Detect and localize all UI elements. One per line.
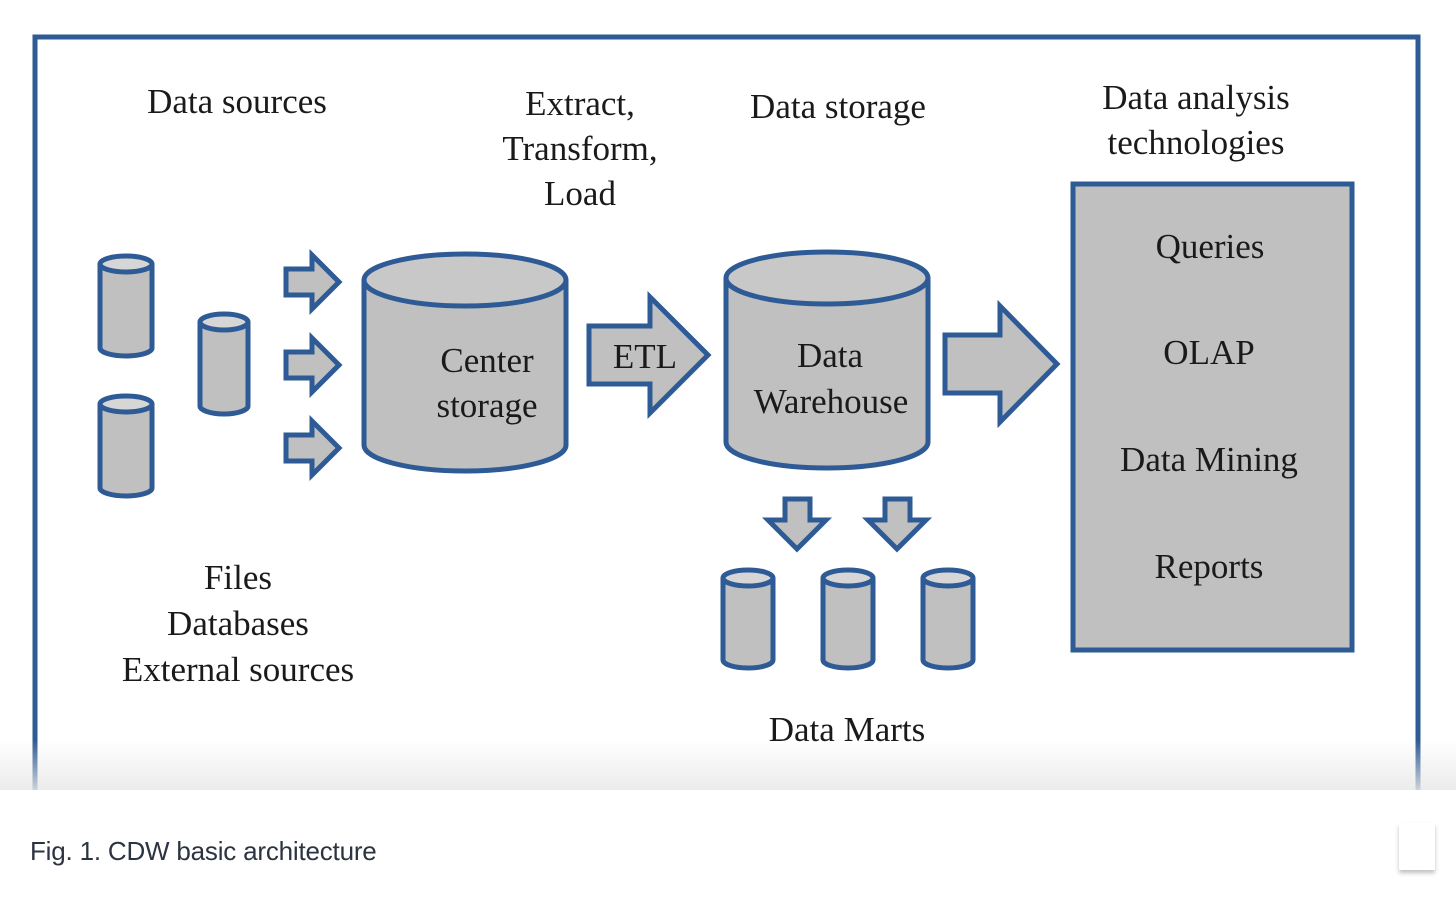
expand-figure-button[interactable] [1399,823,1435,870]
data-mart-icon [720,567,776,671]
source-type-databases: Databases [167,604,309,643]
source-type-external: External sources [122,650,354,689]
data-mart-icon [920,567,976,671]
header-etl-line-3: Load [544,174,616,213]
header-data-storage: Data storage [750,87,926,126]
data-mart-icon [820,567,876,671]
arrow-down-icon [861,496,933,553]
header-analysis-line-1: Data analysis [1102,78,1290,117]
arrow-right-icon [283,248,343,316]
source-database-icon [97,393,155,499]
analysis-item-data-mining: Data Mining [1120,440,1298,479]
header-etl-line-1: Extract, [525,84,635,123]
center-storage-label-line-1: Center [440,341,534,380]
center-storage-cylinder: Center storage [361,251,569,474]
source-database-icon [197,311,251,417]
analysis-item-queries: Queries [1156,227,1265,266]
header-analysis-line-2: technologies [1108,123,1285,162]
analysis-technologies-box: Queries OLAP Data Mining Reports [1070,181,1355,653]
analysis-item-reports: Reports [1155,547,1264,586]
etl-arrow-label: ETL [613,337,677,376]
cdw-architecture-diagram: Data sources Extract, Transform, Load Da… [32,34,1421,790]
figure-caption: Fig. 1. CDW basic architecture [30,836,377,866]
data-marts-label: Data Marts [769,710,925,749]
warehouse-label-line-1: Data [797,336,864,375]
arrow-right-icon [942,299,1061,429]
etl-arrow: ETL [586,290,712,420]
warehouse-label-line-2: Warehouse [754,382,909,421]
analysis-item-olap: OLAP [1163,333,1254,372]
header-etl-line-2: Transform, [502,129,657,168]
arrow-right-icon [283,331,343,399]
arrow-right-icon [283,414,343,482]
data-warehouse-cylinder: Data Warehouse [723,249,931,471]
header-data-sources: Data sources [147,82,327,121]
center-storage-label-line-2: storage [436,386,537,425]
source-type-files: Files [204,558,272,597]
figure-image: Data sources Extract, Transform, Load Da… [0,0,1456,790]
arrow-down-icon [761,496,833,553]
source-database-icon [97,253,155,359]
